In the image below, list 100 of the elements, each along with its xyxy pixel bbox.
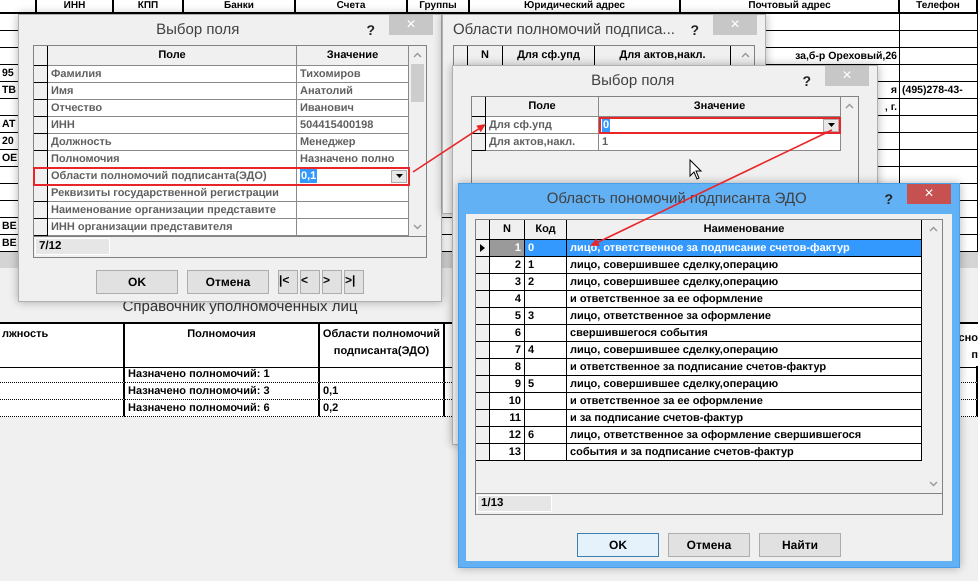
scroll-up-icon xyxy=(845,103,854,109)
table-cell: 1 xyxy=(490,240,525,257)
table-row[interactable]: 7 4 лицо, совершившее сделку,операцию xyxy=(476,342,925,359)
table-row[interactable]: Полномочия Назначено полно xyxy=(34,151,409,168)
table-cell: 2 xyxy=(525,274,567,291)
table-cell: и ответственное за ее оформление xyxy=(567,393,922,410)
scroll-up-icon xyxy=(741,52,750,58)
window-title: Области полномочий подписа... xyxy=(453,20,675,40)
scroll-up-icon xyxy=(413,52,422,58)
window-title: Выбор поля xyxy=(156,20,240,40)
help-button[interactable]: ? xyxy=(884,188,893,210)
nav-button[interactable]: |< xyxy=(278,270,298,294)
column-header: ИНН xyxy=(37,0,114,12)
table-cell: 10 xyxy=(490,393,525,410)
column-header: N xyxy=(490,220,525,240)
table-cell: (495)278-43- xyxy=(900,82,978,99)
dropdown-button[interactable] xyxy=(391,170,407,182)
table-cell: и ответственное за ее оформление xyxy=(567,291,922,308)
table-cell: 1 xyxy=(599,134,841,151)
table-cell: 9 xyxy=(490,376,525,393)
table-cell: Назначено полномочий: 6 xyxy=(125,400,320,417)
table-cell: 1 xyxy=(525,257,567,274)
table-row[interactable]: Реквизиты государственной регистрации xyxy=(34,185,409,202)
table-cell: 3 xyxy=(490,274,525,291)
table-row[interactable]: 2 1 лицо, совершившее сделку,операцию xyxy=(476,257,925,274)
window-title: Область пономочий подписанта ЭДО xyxy=(546,188,807,209)
table-row[interactable]: 11 и за подписание счетов-фактур xyxy=(476,410,925,427)
column-header: Группы xyxy=(408,0,470,12)
table-row[interactable]: ИНН организации представителя xyxy=(34,219,409,236)
column-header: Почтовый адрес xyxy=(681,0,900,12)
table-cell: Менеджер xyxy=(297,134,409,151)
table-cell: ИНН организации представителя xyxy=(48,219,297,236)
nav-button[interactable]: < xyxy=(300,270,320,294)
table-cell: лицо, совершившее сделку,операцию xyxy=(567,274,922,291)
table-cell: Анатолий xyxy=(297,83,409,100)
table-cell: Иванович xyxy=(297,100,409,117)
table-row[interactable]: Отчество Иванович xyxy=(34,100,409,117)
column-header: Поле xyxy=(48,46,297,66)
table-cell: Должность xyxy=(48,134,297,151)
help-button[interactable]: ? xyxy=(690,20,699,40)
table-cell: 504415400198 xyxy=(297,117,409,134)
table-row[interactable]: 12 6 лицо, ответственное за оформление свершившегося xyxy=(476,427,925,444)
column-header: Телефон xyxy=(900,0,978,12)
caret-icon xyxy=(396,174,402,178)
table-cell: 8 xyxy=(490,359,525,376)
column-header: Поле xyxy=(486,97,599,117)
table-row[interactable]: Фамилия Тихомиров xyxy=(34,66,409,83)
nav-button[interactable]: >| xyxy=(344,270,364,294)
table-cell: 13 xyxy=(490,444,525,461)
table-row[interactable]: 10 и ответственное за ее оформление xyxy=(476,393,925,410)
table-cell: и ответственное за подписание счетов-фактур xyxy=(567,359,922,376)
table-row[interactable]: Области полномочий подписанта(ЭДО) 0,1 xyxy=(34,168,409,185)
table-cell: 11 xyxy=(490,410,525,427)
record-counter: 7/12 xyxy=(35,238,110,255)
table-row[interactable]: Для сф.упд 0 xyxy=(472,117,841,134)
table-row[interactable]: 3 2 лицо, совершившее сделку,операцию xyxy=(476,274,925,291)
table-row[interactable]: Имя Анатолий xyxy=(34,83,409,100)
scroll-up-icon xyxy=(929,226,938,232)
table-cell: Реквизиты государственной регистрации xyxy=(48,185,297,202)
table-cell: лицо, совершившее сделку,операцию xyxy=(567,342,922,359)
scroll-down-icon xyxy=(413,224,422,230)
table-row[interactable]: Для актов,накл. 1 xyxy=(472,134,841,151)
table-row[interactable]: Наименование организации представите xyxy=(34,202,409,219)
table-cell: 7 xyxy=(490,342,525,359)
dialog-button[interactable]: Отмена xyxy=(187,270,269,294)
dialog-button[interactable]: Найти xyxy=(759,533,841,557)
table-cell: 4 xyxy=(490,291,525,308)
table-cell: Области полномочий подписанта(ЭДО) xyxy=(48,168,297,185)
dialog-button[interactable]: OK xyxy=(96,270,178,294)
close-button[interactable]: × xyxy=(907,184,951,204)
table-row[interactable]: 13 события и за подписание счетов-фактур xyxy=(476,444,925,461)
table-cell: 4 xyxy=(525,342,567,359)
scroll-thumb[interactable] xyxy=(411,64,424,102)
table-row[interactable]: 4 и ответственное за ее оформление xyxy=(476,291,925,308)
table-row[interactable]: 6 свершившегося события xyxy=(476,325,925,342)
table-cell: события и за подписание счетов-фактур xyxy=(567,444,922,461)
nav-button[interactable]: > xyxy=(322,270,342,294)
dialog-button[interactable]: OK xyxy=(577,533,659,557)
dropdown-button[interactable] xyxy=(823,118,839,132)
dialog-button[interactable]: Отмена xyxy=(668,533,750,557)
table-row[interactable]: ИНН 504415400198 xyxy=(34,117,409,134)
table-row[interactable]: 5 3 лицо, ответственное за оформление xyxy=(476,308,925,325)
table-cell: 2 xyxy=(490,257,525,274)
table-cell: Фамилия xyxy=(48,66,297,83)
table-row[interactable]: Должность Менеджер xyxy=(34,134,409,151)
table-row[interactable]: 9 5 лицо, совершившее сделку,операцию xyxy=(476,376,925,393)
table-cell: Тихомиров xyxy=(297,66,409,83)
table-cell: 6 xyxy=(525,427,567,444)
table-cell: Наименование организации представите xyxy=(48,202,297,219)
row-pointer-icon xyxy=(480,244,485,252)
table-cell: лицо, совершившее сделку,операцию xyxy=(567,376,922,393)
table-cell: лицо, ответственное за оформление xyxy=(567,308,922,325)
column-header: Банки xyxy=(184,0,296,12)
column-header: Наименование xyxy=(567,220,922,240)
table-cell: Имя xyxy=(48,83,297,100)
table-row[interactable]: 8 и ответственное за подписание счетов-фактур xyxy=(476,359,925,376)
table-cell: и за подписание счетов-фактур xyxy=(567,410,922,427)
table-cell: 3 xyxy=(525,308,567,325)
help-button[interactable]: ? xyxy=(366,20,375,40)
table-cell: Полномочия xyxy=(48,151,297,168)
